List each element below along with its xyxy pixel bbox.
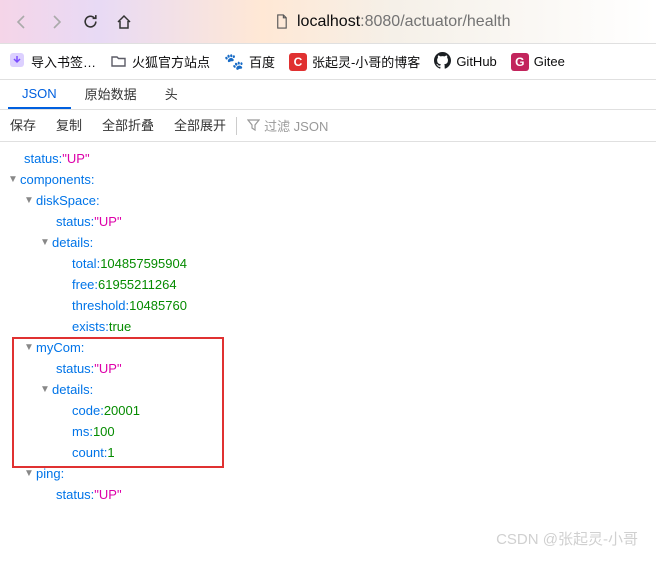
tab-json[interactable]: JSON (8, 80, 71, 109)
github-icon (434, 52, 451, 72)
copy-button[interactable]: 复制 (46, 110, 92, 142)
v-disk-status: "UP" (94, 211, 121, 232)
twisty-icon[interactable]: ▼ (24, 190, 36, 211)
baidu-label: 百度 (249, 52, 275, 71)
k-diskspace[interactable]: diskSpace: (36, 190, 100, 211)
devtools-tabs: JSON 原始数据 头 (0, 80, 656, 110)
url-path: /actuator/health (400, 13, 510, 30)
tab-raw[interactable]: 原始数据 (71, 78, 151, 109)
twisty-icon[interactable]: ▼ (24, 463, 36, 484)
firefox-site[interactable]: 火狐官方站点 (110, 52, 210, 72)
v-ping-status: "UP" (94, 484, 121, 505)
github-link[interactable]: GitHub (434, 52, 496, 72)
k-mycom-details[interactable]: details: (52, 379, 93, 400)
k-total[interactable]: total: (72, 253, 100, 274)
tab-headers[interactable]: 头 (151, 78, 192, 109)
blog-link[interactable]: C 张起灵-小哥的博客 (289, 52, 420, 71)
gitee-link[interactable]: G Gitee (511, 53, 565, 71)
v-total: 104857595904 (100, 253, 187, 274)
back-button[interactable] (8, 8, 36, 36)
import-bookmarks[interactable]: 导入书签… (8, 51, 96, 72)
twisty-icon[interactable]: ▼ (40, 379, 52, 400)
k-count[interactable]: count: (72, 442, 107, 463)
k-code[interactable]: code: (72, 400, 104, 421)
k-ms[interactable]: ms: (72, 421, 93, 442)
baidu-icon: 🐾 (224, 52, 244, 72)
url-bar[interactable]: localhost:8080/actuator/health (274, 13, 648, 31)
v-ms: 100 (93, 421, 115, 442)
k-mycom[interactable]: myCom: (36, 337, 84, 358)
bookmarks-bar: 导入书签… 火狐官方站点 🐾 百度 C 张起灵-小哥的博客 GitHub G G… (0, 44, 656, 80)
v-exists: true (109, 316, 131, 337)
k-disk-status[interactable]: status: (56, 211, 94, 232)
json-viewer: status: "UP" ▼components: ▼diskSpace: st… (0, 142, 656, 511)
filter-placeholder: 过滤 JSON (264, 116, 328, 135)
gitee-label: Gitee (534, 54, 565, 69)
twisty-icon[interactable]: ▼ (8, 169, 20, 190)
url-host: localhost (297, 13, 360, 30)
v-count: 1 (107, 442, 114, 463)
k-exists[interactable]: exists: (72, 316, 109, 337)
filter-input[interactable]: 过滤 JSON (237, 116, 338, 135)
v-code: 20001 (104, 400, 140, 421)
collapse-all-button[interactable]: 全部折叠 (92, 110, 164, 142)
v-mycom-status: "UP" (94, 358, 121, 379)
twisty-icon[interactable]: ▼ (40, 232, 52, 253)
k-free[interactable]: free: (72, 274, 98, 295)
forward-button[interactable] (42, 8, 70, 36)
home-button[interactable] (110, 8, 138, 36)
k-mycom-status[interactable]: status: (56, 358, 94, 379)
refresh-button[interactable] (76, 8, 104, 36)
v-threshold: 10485760 (129, 295, 187, 316)
folder-icon (110, 52, 127, 72)
expand-all-button[interactable]: 全部展开 (164, 110, 236, 142)
json-toolbar: 保存 复制 全部折叠 全部展开 过滤 JSON (0, 110, 656, 142)
k-status[interactable]: status: (24, 148, 62, 169)
k-disk-details[interactable]: details: (52, 232, 93, 253)
v-free: 61955211264 (98, 274, 177, 295)
file-icon (274, 14, 289, 29)
k-ping-status[interactable]: status: (56, 484, 94, 505)
github-label: GitHub (456, 54, 496, 69)
import-bookmarks-label: 导入书签… (31, 52, 96, 71)
k-threshold[interactable]: threshold: (72, 295, 129, 316)
import-icon (8, 51, 26, 72)
blog-label: 张起灵-小哥的博客 (312, 52, 420, 71)
gitee-icon: G (511, 53, 529, 71)
browser-topbar: localhost:8080/actuator/health (0, 0, 656, 44)
filter-icon (247, 118, 260, 134)
baidu-link[interactable]: 🐾 百度 (224, 52, 275, 72)
watermark: CSDN @张起灵-小哥 (496, 528, 638, 549)
v-status: "UP" (62, 148, 89, 169)
save-button[interactable]: 保存 (0, 110, 46, 142)
csdn-icon: C (289, 53, 307, 71)
twisty-icon[interactable]: ▼ (24, 337, 36, 358)
url-port: :8080 (360, 13, 400, 30)
k-ping[interactable]: ping: (36, 463, 64, 484)
k-components[interactable]: components: (20, 169, 94, 190)
firefox-site-label: 火狐官方站点 (132, 52, 210, 71)
